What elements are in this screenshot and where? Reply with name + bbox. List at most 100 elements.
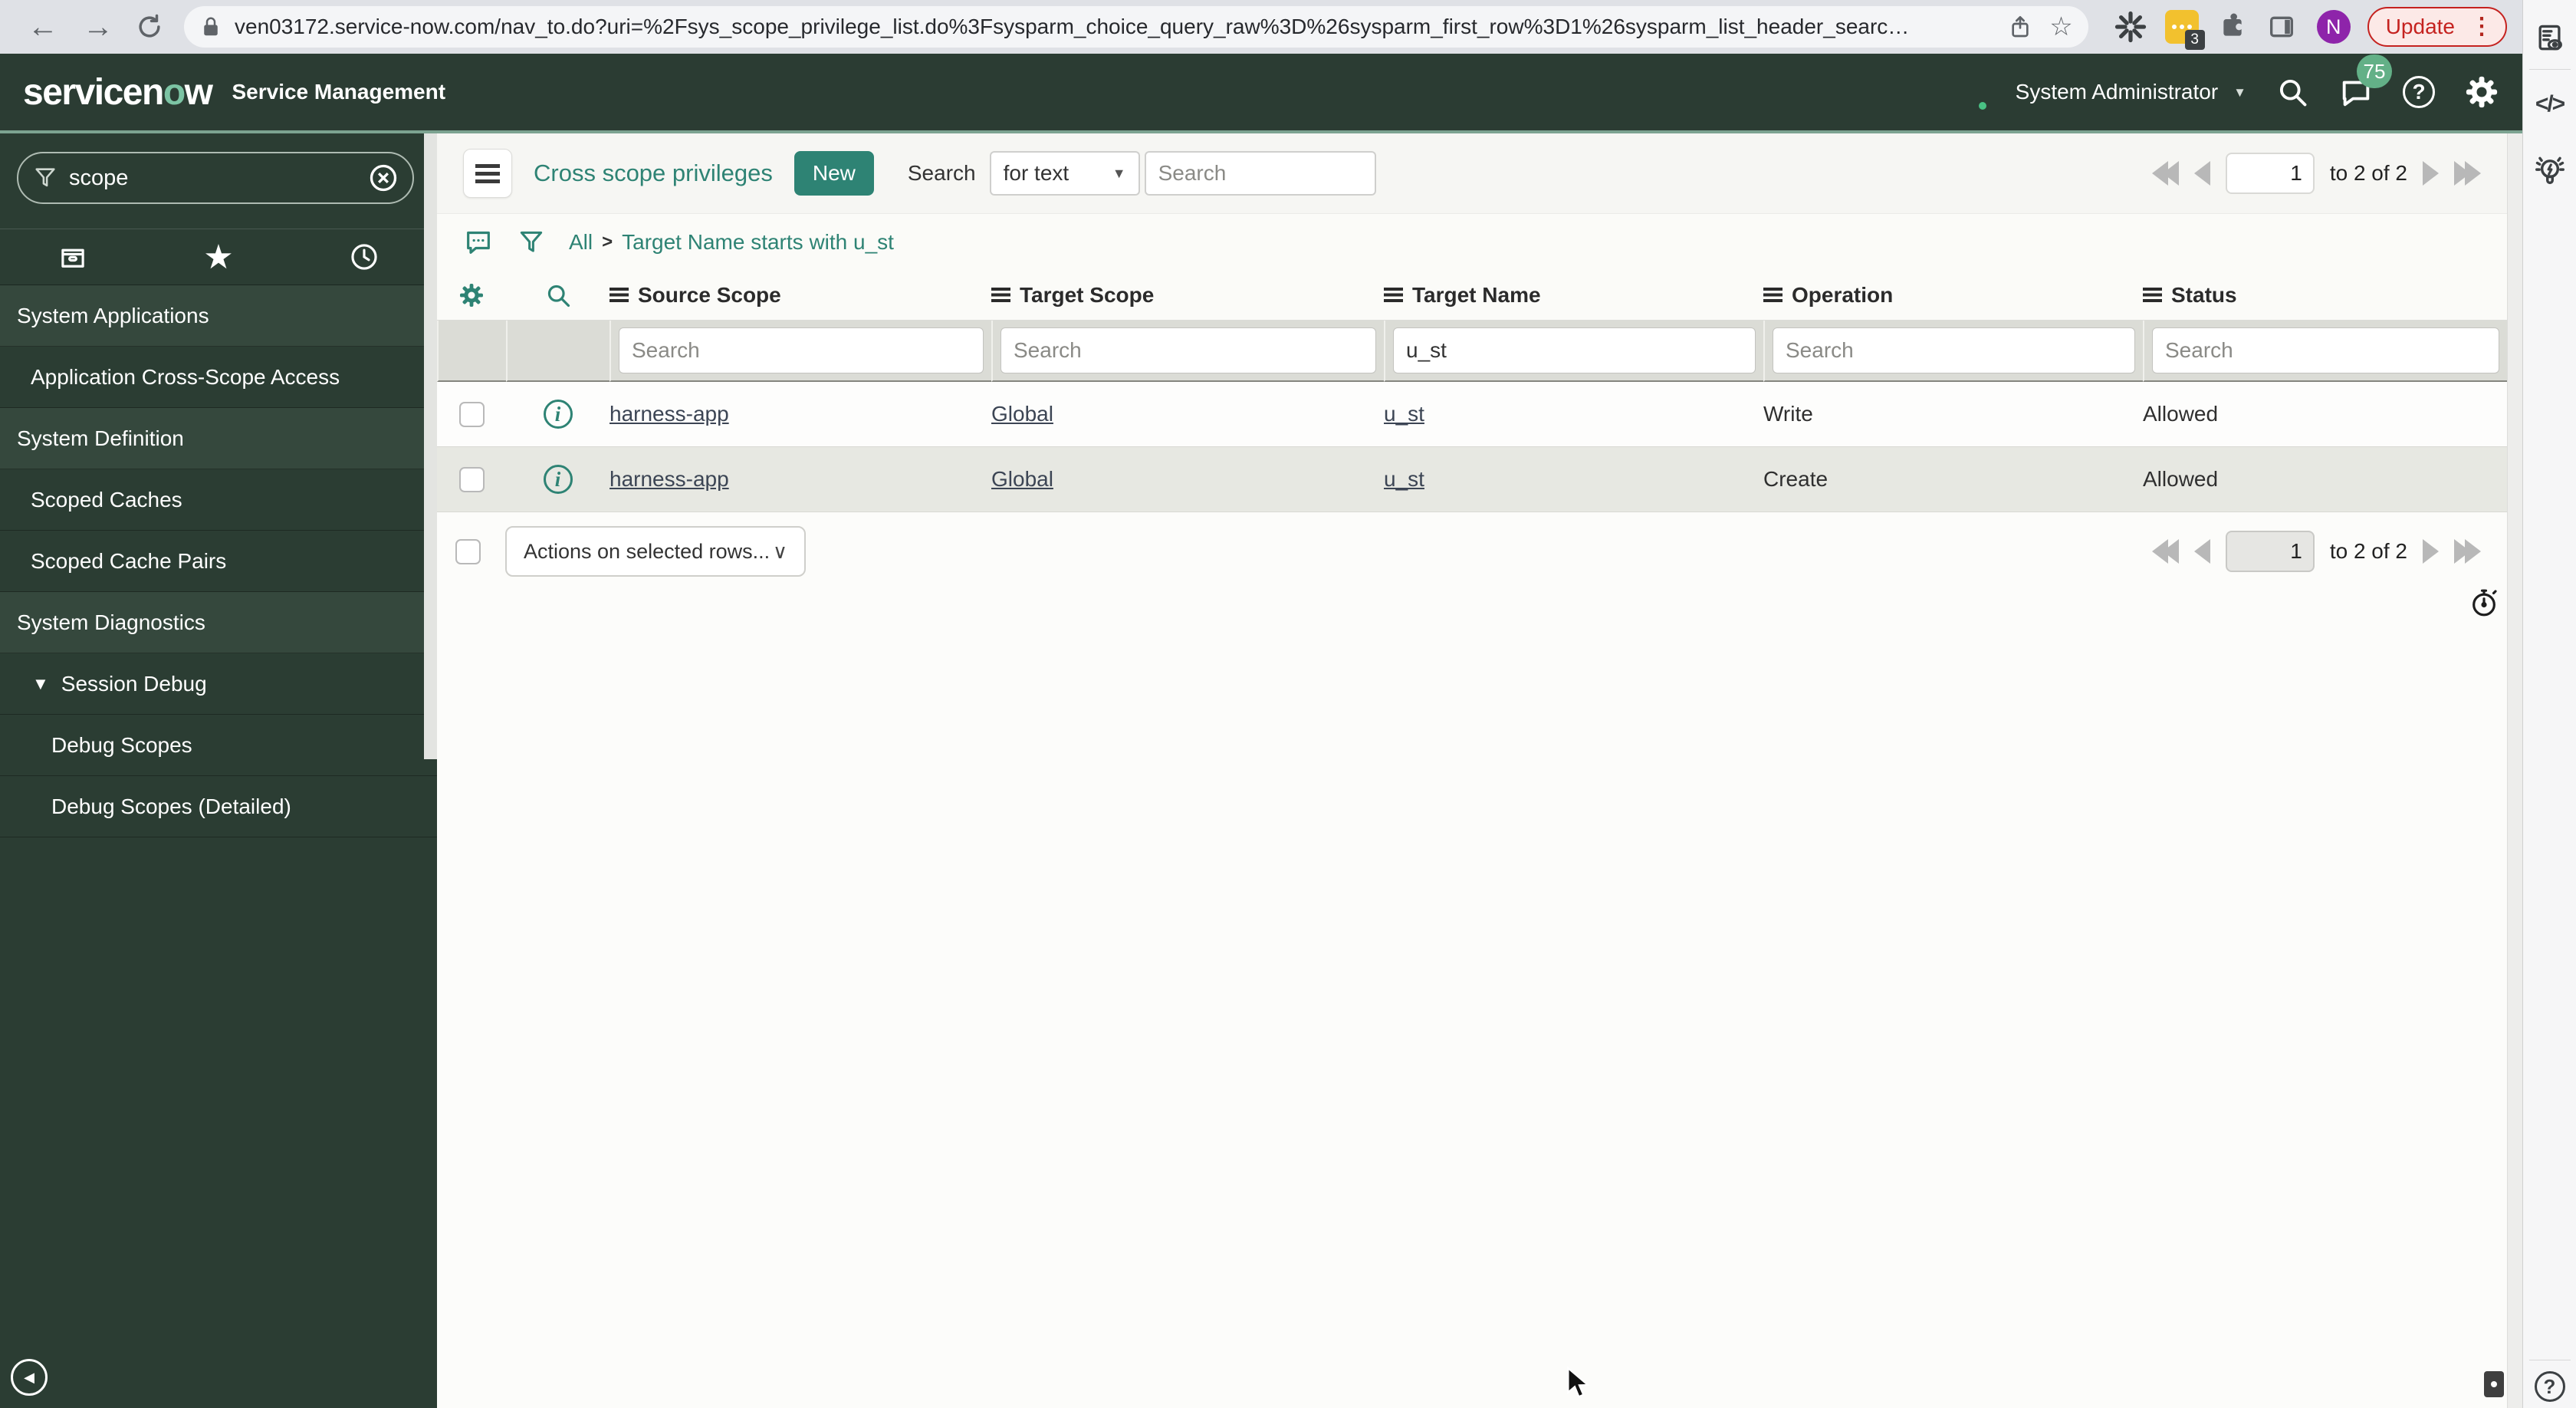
connect-chat-icon[interactable]: 75: [2338, 54, 2392, 110]
sidebar-item-debug-scopes-detailed[interactable]: Debug Scopes (Detailed): [0, 776, 437, 837]
sidebar-item-session-debug[interactable]: ▼ Session Debug: [0, 653, 437, 715]
address-bar[interactable]: ven03172.service-now.com/nav_to.do?uri=%…: [184, 6, 2088, 48]
column-menu-icon[interactable]: [991, 288, 1010, 302]
filter-target-scope[interactable]: [1001, 327, 1376, 373]
back-icon[interactable]: ←: [28, 12, 58, 42]
extension-burst-icon[interactable]: [2114, 11, 2147, 43]
collapse-sidebar-button[interactable]: ◀: [11, 1359, 48, 1396]
first-page-button[interactable]: [2151, 539, 2179, 564]
sidebar-item-application-cross-scope-access[interactable]: Application Cross-Scope Access: [0, 347, 437, 408]
column-header-target-name[interactable]: Target Name: [1384, 270, 1763, 321]
source-scope-link[interactable]: harness-app: [610, 402, 729, 426]
column-menu-icon[interactable]: [1384, 288, 1403, 302]
sidebar-item-scoped-cache-pairs[interactable]: Scoped Cache Pairs: [0, 531, 437, 592]
filter-target-name[interactable]: [1393, 327, 1756, 373]
list-scrollbar[interactable]: [2507, 133, 2522, 1408]
filter-cell-empty: [437, 321, 506, 382]
browser-profile-avatar[interactable]: N: [2316, 10, 2351, 44]
extension-icon-yellow[interactable]: 3: [2164, 10, 2205, 50]
side-panel-icon[interactable]: [2266, 12, 2297, 42]
breadcrumb-all[interactable]: All: [569, 230, 593, 255]
page-number-input[interactable]: [2225, 153, 2315, 194]
filter-source-scope[interactable]: [619, 327, 984, 373]
column-search-toggle[interactable]: [506, 270, 610, 321]
scroll-corner-button[interactable]: [2484, 1371, 2504, 1397]
settings-gear-icon[interactable]: [2464, 74, 2499, 110]
row-checkbox-cell: [437, 447, 506, 512]
bookmark-star-icon[interactable]: ☆: [2049, 14, 2072, 40]
user-menu[interactable]: System Administrator: [2016, 80, 2219, 104]
column-header-operation[interactable]: Operation: [1763, 270, 2143, 321]
row-checkbox[interactable]: [458, 401, 485, 427]
sidebar-item-scoped-caches[interactable]: Scoped Caches: [0, 469, 437, 531]
list-personalize-button[interactable]: [437, 270, 506, 321]
next-page-button[interactable]: [2423, 161, 2439, 186]
last-page-button[interactable]: [2454, 539, 2481, 564]
sidebar-scrollbar[interactable]: [424, 133, 437, 759]
tab-all-applications[interactable]: [0, 229, 146, 285]
info-icon[interactable]: i: [543, 400, 573, 429]
actions-dropdown[interactable]: Actions on selected rows... ∨: [505, 526, 806, 577]
sidebar-item-system-diagnostics[interactable]: System Diagnostics: [0, 592, 437, 653]
url-text[interactable]: ven03172.service-now.com/nav_to.do?uri=%…: [235, 15, 1994, 39]
expanded-caret-icon[interactable]: ▼: [32, 674, 49, 694]
navigator-filter-input[interactable]: [69, 165, 357, 191]
column-header-status[interactable]: Status: [2143, 270, 2507, 321]
list-title[interactable]: Cross scope privileges: [534, 160, 773, 187]
reading-list-icon[interactable]: [2533, 21, 2567, 55]
list-context-menu-button[interactable]: [463, 149, 512, 198]
target-scope-link[interactable]: Global: [991, 402, 1053, 426]
breadcrumb-filter-icon[interactable]: [517, 228, 546, 257]
sidebar-item-system-definition[interactable]: System Definition: [0, 408, 437, 469]
sidebar-item-system-applications[interactable]: System Applications: [0, 285, 437, 347]
last-page-button[interactable]: [2454, 161, 2481, 186]
column-menu-icon[interactable]: [1763, 288, 1783, 302]
clock-icon: [351, 244, 377, 270]
new-button[interactable]: New: [794, 151, 874, 196]
next-page-button[interactable]: [2423, 539, 2439, 564]
browser-menu-icon[interactable]: ⋮: [2466, 15, 2498, 38]
forward-icon[interactable]: →: [83, 12, 113, 42]
response-time-icon[interactable]: [2469, 587, 2499, 618]
navigator-filter[interactable]: [17, 152, 414, 204]
column-header-target-scope[interactable]: Target Scope: [991, 270, 1384, 321]
global-search-icon[interactable]: [2275, 75, 2309, 109]
tab-favorites[interactable]: ★: [146, 229, 291, 285]
page-number-input[interactable]: [2225, 531, 2315, 572]
select-all-checkbox[interactable]: [455, 538, 481, 564]
column-menu-icon[interactable]: [610, 288, 629, 302]
previous-page-button[interactable]: [2193, 161, 2210, 186]
lightbulb-icon[interactable]: [2532, 154, 2568, 189]
user-avatar[interactable]: [1951, 74, 1989, 112]
column-menu-icon[interactable]: [2143, 288, 2162, 302]
share-icon[interactable]: [2008, 15, 2032, 39]
tab-history[interactable]: [291, 229, 437, 285]
sidebar-item-debug-scopes[interactable]: Debug Scopes: [0, 715, 437, 776]
list-chat-icon[interactable]: [463, 227, 494, 258]
target-name-link[interactable]: u_st: [1384, 467, 1424, 492]
update-button[interactable]: Update ⋮: [2367, 7, 2507, 47]
list-header: Cross scope privileges New Search for te…: [437, 133, 2522, 213]
clear-filter-icon[interactable]: [368, 163, 399, 193]
help-panel-icon[interactable]: ?: [2534, 1371, 2565, 1402]
source-scope-link[interactable]: harness-app: [610, 467, 729, 492]
first-page-button[interactable]: [2151, 161, 2179, 186]
help-icon[interactable]: ?: [2403, 76, 2435, 108]
extensions-puzzle-icon[interactable]: [2217, 12, 2248, 42]
previous-page-button[interactable]: [2193, 539, 2210, 564]
reload-icon[interactable]: [135, 12, 164, 41]
code-panel-icon[interactable]: </>: [2535, 91, 2565, 117]
column-header-source-scope[interactable]: Source Scope: [610, 270, 991, 321]
row-checkbox[interactable]: [458, 466, 485, 492]
user-caret-icon[interactable]: ▼: [2233, 86, 2246, 99]
list-search-input[interactable]: [1144, 151, 1376, 196]
cell-operation: Write: [1763, 382, 2143, 447]
info-icon[interactable]: i: [543, 465, 573, 494]
target-name-link[interactable]: u_st: [1384, 402, 1424, 426]
filter-status[interactable]: [2152, 327, 2499, 373]
target-scope-link[interactable]: Global: [991, 467, 1053, 492]
breadcrumb-current-filter[interactable]: Target Name starts with u_st: [622, 230, 894, 255]
search-type-select[interactable]: for text ▼: [989, 151, 1140, 196]
pagination-top: to 2 of 2: [2151, 153, 2481, 194]
filter-operation[interactable]: [1773, 327, 2135, 373]
